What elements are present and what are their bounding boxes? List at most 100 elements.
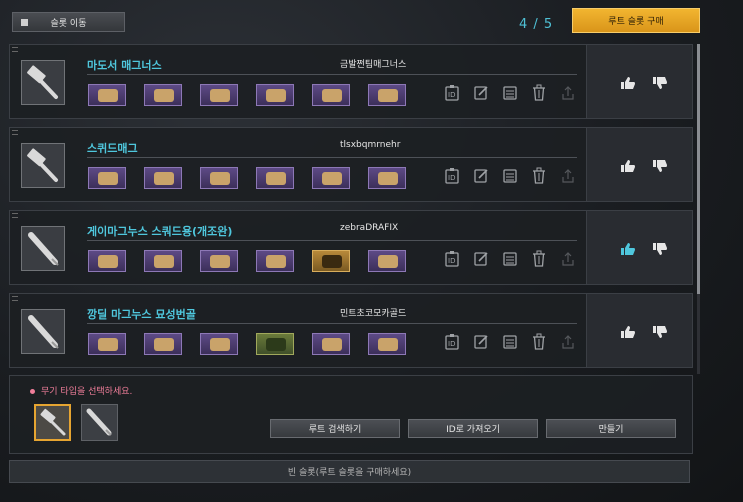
thumbs-down-button[interactable]	[652, 158, 668, 172]
edit-button[interactable]	[472, 85, 490, 103]
edit-button[interactable]	[472, 251, 490, 269]
gear-item-slot[interactable]	[144, 84, 182, 106]
id-button[interactable]: ID	[443, 167, 461, 186]
list-button[interactable]	[501, 251, 519, 269]
gear-item-slot[interactable]	[368, 333, 406, 355]
share-button[interactable]	[559, 334, 577, 352]
scrollbar-thumb[interactable]	[697, 44, 700, 294]
build-author: zebraDRAFIX	[340, 223, 399, 233]
gear-item-row	[88, 84, 424, 106]
list-icon	[502, 333, 518, 354]
id-button[interactable]: ID	[443, 84, 461, 103]
thumbs-down-button[interactable]	[652, 75, 668, 89]
move-slot-button[interactable]: 슬롯 이동	[12, 12, 125, 32]
gear-item-slot[interactable]	[312, 167, 350, 189]
thumbs-down-button[interactable]	[652, 324, 668, 338]
drag-handle[interactable]	[12, 130, 18, 135]
create-build-button[interactable]: 만들기	[546, 419, 676, 438]
edit-button[interactable]	[472, 334, 490, 352]
gear-item-slot[interactable]	[256, 167, 294, 189]
gear-item-slot[interactable]	[200, 250, 238, 272]
gear-item-row	[88, 167, 424, 189]
svg-text:ID: ID	[448, 340, 455, 348]
gear-item-slot[interactable]	[88, 167, 126, 189]
gear-item-slot[interactable]	[200, 84, 238, 106]
gear-item-slot[interactable]	[256, 84, 294, 106]
drag-handle[interactable]	[12, 47, 18, 52]
share-button[interactable]	[559, 85, 577, 103]
gear-icon	[378, 338, 398, 351]
gear-item-slot[interactable]	[144, 333, 182, 355]
gear-item-slot[interactable]	[312, 333, 350, 355]
id-button[interactable]: ID	[443, 333, 461, 352]
thumbs-down-icon	[652, 241, 668, 260]
gear-item-slot[interactable]	[368, 250, 406, 272]
gear-icon	[154, 172, 174, 185]
gear-item-slot[interactable]	[88, 333, 126, 355]
empty-slot-bar[interactable]: 빈 슬롯(루트 슬롯을 구매하세요)	[9, 460, 690, 483]
gear-icon	[322, 338, 342, 351]
thumbs-up-icon	[620, 158, 636, 177]
search-build-button[interactable]: 루트 검색하기	[270, 419, 400, 438]
gear-icon	[210, 172, 230, 185]
gear-item-slot[interactable]	[144, 250, 182, 272]
thumbs-up-button[interactable]	[620, 324, 636, 338]
svg-text:ID: ID	[448, 257, 455, 265]
gear-icon	[378, 255, 398, 268]
build-creator-panel: 무기 타입을 선택하세요. 루트 검색하기 ID로 가져오기 만들기	[9, 375, 693, 454]
trash-button[interactable]	[530, 250, 548, 271]
trash-icon	[531, 333, 547, 354]
share-icon	[560, 250, 576, 271]
drag-handle[interactable]	[12, 213, 18, 218]
trash-button[interactable]	[530, 167, 548, 186]
gear-item-slot[interactable]	[88, 250, 126, 272]
weapon-type-hammer[interactable]	[34, 404, 71, 441]
list-button[interactable]	[501, 85, 519, 103]
vote-buttons	[620, 241, 684, 255]
share-button[interactable]	[559, 251, 577, 269]
gear-item-slot[interactable]	[256, 333, 294, 355]
gear-item-slot[interactable]	[144, 167, 182, 189]
weapon-type-bat[interactable]	[81, 404, 118, 441]
thumbs-up-button[interactable]	[620, 158, 636, 172]
trash-icon	[531, 250, 547, 271]
trash-button[interactable]	[530, 84, 548, 103]
gear-item-slot[interactable]	[312, 84, 350, 106]
buy-slot-button[interactable]: 루트 슬롯 구매	[572, 8, 700, 33]
hammer-icon	[27, 65, 58, 99]
build-author: tlsxbqmrnehr	[340, 140, 401, 150]
gear-item-slot[interactable]	[312, 250, 350, 272]
weapon-type-badge	[21, 226, 65, 271]
trash-button[interactable]	[530, 333, 548, 354]
scrollbar[interactable]	[697, 44, 700, 374]
build-slot[interactable]: 스퀴드매그 tlsxbqmrnehr ID	[9, 127, 693, 202]
gear-item-slot[interactable]	[368, 84, 406, 106]
gear-item-slot[interactable]	[368, 167, 406, 189]
gear-icon	[98, 255, 118, 268]
build-slot[interactable]: 게이마그누스 스쿼드용(개조완) zebraDRAFIX ID	[9, 210, 693, 285]
list-button[interactable]	[501, 334, 519, 352]
share-button[interactable]	[559, 168, 577, 186]
drag-handle[interactable]	[12, 296, 18, 301]
build-name: 마도서 매그너스	[87, 59, 162, 72]
thumbs-up-button[interactable]	[620, 75, 636, 89]
gear-item-slot[interactable]	[200, 333, 238, 355]
gear-item-slot[interactable]	[200, 167, 238, 189]
weapon-type-badge	[21, 309, 65, 354]
id-button[interactable]: ID	[443, 250, 461, 269]
svg-text:ID: ID	[448, 91, 455, 99]
thumbs-up-icon	[620, 75, 636, 94]
thumbs-down-button[interactable]	[652, 241, 668, 255]
gear-item-slot[interactable]	[256, 250, 294, 272]
build-slot[interactable]: 깡딜 마그누스 묘성번골 민트초코모카골드 ID	[9, 293, 693, 368]
build-slot[interactable]: 마도서 매그너스 금발쩐팀매그너스 ID	[9, 44, 693, 119]
gear-icon	[378, 172, 398, 185]
gear-icon	[98, 89, 118, 102]
thumbs-up-icon	[620, 241, 636, 260]
gear-item-slot[interactable]	[88, 84, 126, 106]
edit-button[interactable]	[472, 168, 490, 186]
thumbs-up-button[interactable]	[620, 241, 636, 255]
import-by-id-button[interactable]: ID로 가져오기	[408, 419, 538, 438]
list-icon	[502, 250, 518, 271]
list-button[interactable]	[501, 168, 519, 186]
